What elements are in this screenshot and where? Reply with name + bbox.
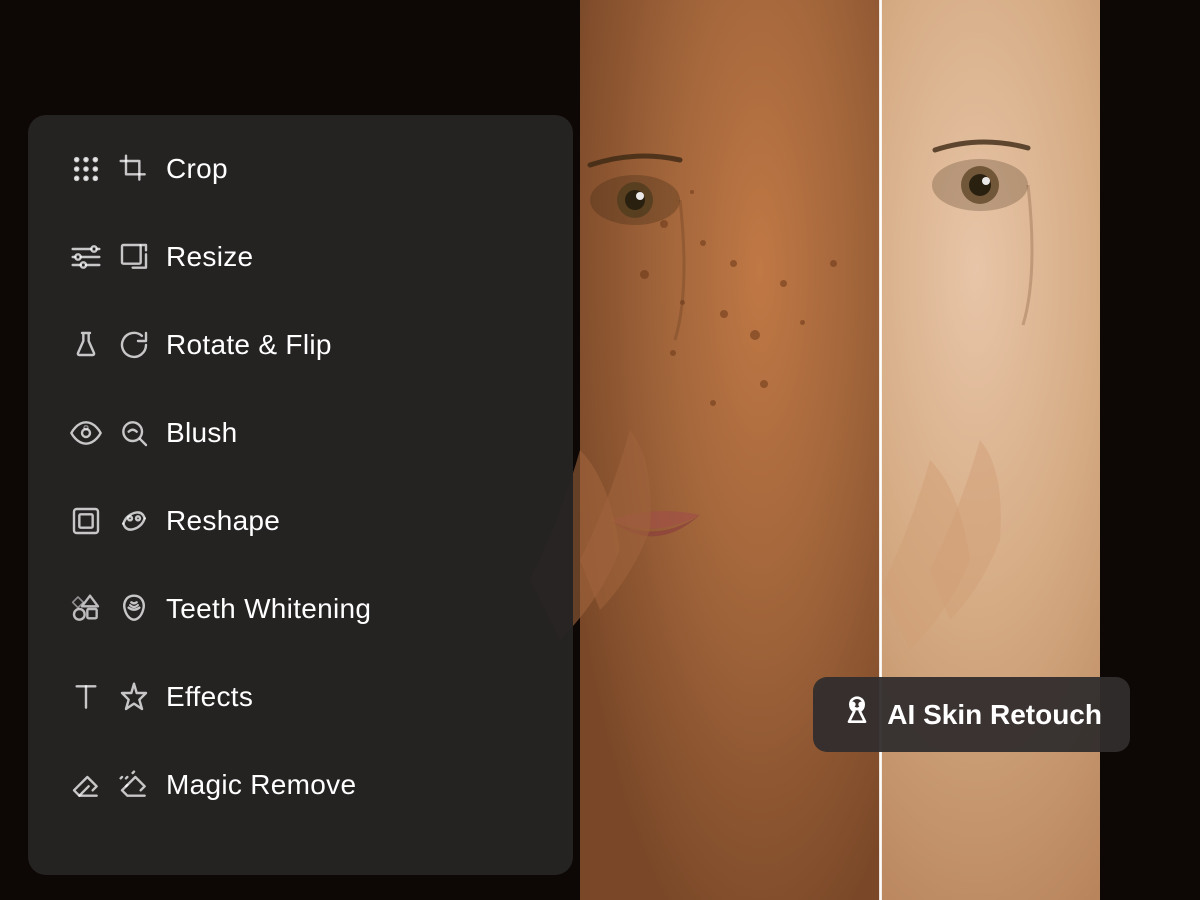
ai-badge-label: AI Skin Retouch [887, 699, 1102, 731]
flask-icon [60, 329, 112, 361]
blush-label: Blush [166, 417, 238, 449]
crop-icon [112, 153, 156, 185]
eye-icon [60, 417, 112, 449]
resize-label: Resize [166, 241, 253, 273]
sidebar-panel: Crop Resize [28, 115, 573, 875]
eraser-left-icon [60, 769, 112, 801]
effects-label: Effects [166, 681, 253, 713]
rotate-icon [112, 329, 156, 361]
reshape-icon [112, 505, 156, 537]
face-overlay [480, 0, 1200, 900]
resize-icon [112, 241, 156, 273]
shapes-icon [60, 593, 112, 625]
face-divider [880, 0, 882, 900]
blush-icon [112, 417, 156, 449]
sidebar-item-magic-remove[interactable]: Magic Remove [28, 741, 573, 829]
sidebar-item-crop[interactable]: Crop [28, 125, 573, 213]
sliders-icon [60, 241, 112, 273]
magic-remove-label: Magic Remove [166, 769, 356, 801]
rotate-flip-label: Rotate & Flip [166, 329, 332, 361]
ai-retouch-icon [841, 695, 873, 734]
sidebar-item-teeth-whitening[interactable]: Teeth Whitening [28, 565, 573, 653]
sidebar-item-resize[interactable]: Resize [28, 213, 573, 301]
grid-icon [60, 153, 112, 185]
teeth-icon [112, 593, 156, 625]
ai-skin-retouch-badge[interactable]: AI Skin Retouch [813, 677, 1130, 752]
magic-icon [112, 769, 156, 801]
square-icon [60, 505, 112, 537]
sidebar-item-blush[interactable]: Blush [28, 389, 573, 477]
crop-label: Crop [166, 153, 228, 185]
sidebar-item-rotate-flip[interactable]: Rotate & Flip [28, 301, 573, 389]
reshape-label: Reshape [166, 505, 280, 537]
text-t-icon [60, 681, 112, 713]
effects-icon [112, 681, 156, 713]
sidebar-item-reshape[interactable]: Reshape [28, 477, 573, 565]
sidebar-item-effects[interactable]: Effects [28, 653, 573, 741]
teeth-whitening-label: Teeth Whitening [166, 593, 371, 625]
